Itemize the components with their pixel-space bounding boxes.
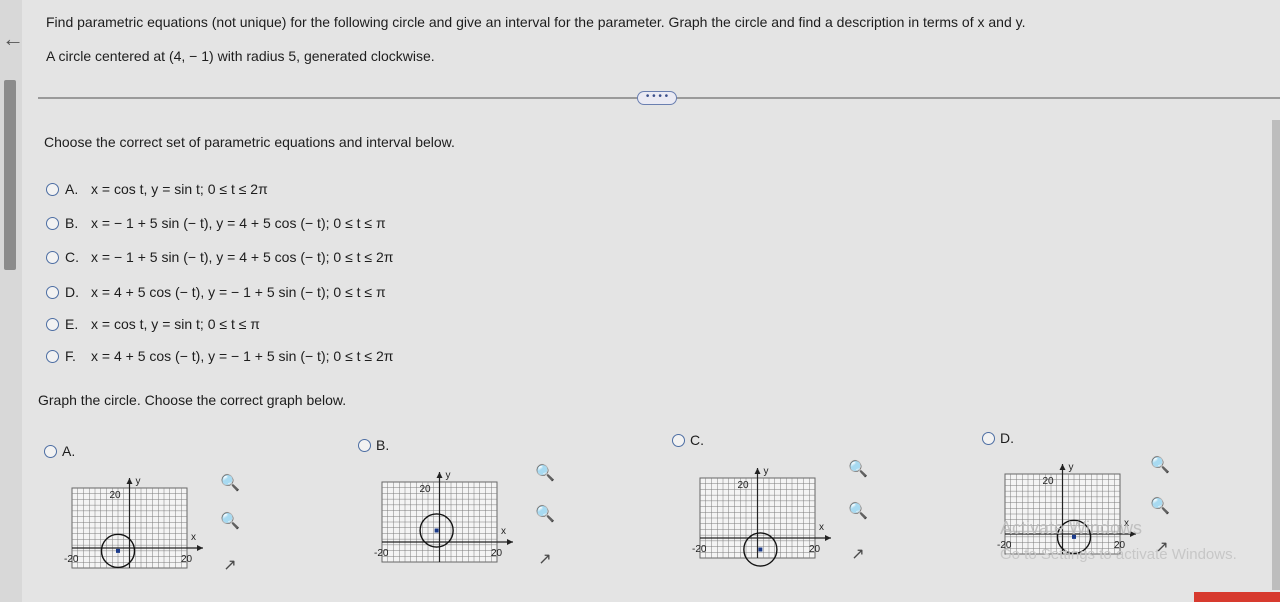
x-tick-label-neg: -20: [374, 548, 389, 559]
y-axis-label: y: [1069, 462, 1074, 473]
y-axis-arrow: [126, 478, 133, 484]
option-letter: B.: [376, 437, 390, 453]
graph-option-c[interactable]: C.: [672, 432, 704, 448]
option-f[interactable]: F. x = 4 + 5 cos (− t), y = − 1 + 5 sin …: [46, 348, 393, 364]
option-c[interactable]: C. x = − 1 + 5 sin (− t), y = 4 + 5 cos …: [46, 249, 393, 265]
radio-button[interactable]: [46, 317, 59, 331]
option-letter: C.: [690, 432, 704, 448]
radio-button[interactable]: [46, 216, 59, 230]
y-axis-label: y: [446, 470, 451, 481]
option-text: x = − 1 + 5 sin (− t), y = 4 + 5 cos (− …: [91, 215, 386, 231]
zoom-in-icon[interactable]: 🔍: [535, 464, 555, 484]
option-letter: A.: [65, 181, 79, 197]
back-arrow-icon[interactable]: ←: [2, 26, 24, 52]
radio-button[interactable]: [46, 285, 59, 299]
taskbar-corner: [1194, 592, 1280, 602]
option-text: x = 4 + 5 cos (− t), y = − 1 + 5 sin (− …: [91, 284, 386, 300]
x-axis-label: x: [501, 526, 506, 537]
zoom-out-icon[interactable]: 🔍: [220, 512, 240, 532]
more-button[interactable]: • • • •: [637, 91, 677, 105]
radio-button[interactable]: [982, 431, 995, 445]
y-axis-arrow: [436, 472, 443, 478]
y-axis-label: y: [764, 466, 769, 477]
option-letter: F.: [65, 348, 76, 364]
y-tick-label: 20: [420, 484, 432, 495]
option-text: x = − 1 + 5 sin (− t), y = 4 + 5 cos (− …: [91, 249, 394, 265]
option-b[interactable]: B. x = − 1 + 5 sin (− t), y = 4 + 5 cos …: [46, 215, 386, 231]
x-axis-label: x: [191, 532, 196, 543]
option-d[interactable]: D. x = 4 + 5 cos (− t), y = − 1 + 5 sin …: [46, 284, 386, 300]
external-link-icon[interactable]: ↗: [535, 550, 555, 570]
external-link-icon[interactable]: ↗: [220, 556, 240, 576]
option-letter: A.: [62, 443, 76, 459]
left-scrollbar[interactable]: [4, 80, 16, 270]
option-text: x = cos t, y = sin t; 0 ≤ t ≤ 2π: [91, 181, 268, 197]
radio-button[interactable]: [672, 433, 685, 447]
y-tick-label: 20: [738, 480, 750, 491]
option-text: x = cos t, y = sin t; 0 ≤ t ≤ π: [91, 316, 260, 332]
x-axis-label: x: [819, 522, 824, 533]
y-tick-label: 20: [110, 490, 122, 501]
graph-a: y x 20 -20 20: [64, 476, 203, 569]
option-e[interactable]: E. x = cos t, y = sin t; 0 ≤ t ≤ π: [46, 316, 260, 332]
right-scrollbar[interactable]: [1272, 120, 1280, 590]
x-axis-arrow: [507, 539, 513, 545]
graph-b: y x 20 -20 20: [374, 470, 513, 563]
zoom-out-icon[interactable]: 🔍: [535, 505, 555, 525]
zoom-out-icon[interactable]: 🔍: [848, 502, 868, 522]
radio-button[interactable]: [46, 349, 59, 363]
circle-center-point: [434, 528, 439, 533]
graph-question-text: Graph the circle. Choose the correct gra…: [38, 392, 347, 408]
circle-center-point: [116, 548, 120, 553]
graph-option-d[interactable]: D.: [982, 430, 1014, 446]
radio-button[interactable]: [44, 444, 57, 458]
zoom-in-icon[interactable]: 🔍: [1150, 456, 1170, 476]
circle-center-point: [758, 547, 763, 552]
zoom-in-icon[interactable]: 🔍: [848, 460, 868, 480]
option-letter: D.: [65, 284, 79, 300]
external-link-icon[interactable]: ↗: [848, 545, 868, 565]
y-axis-arrow: [754, 468, 761, 474]
zoom-out-icon[interactable]: 🔍: [1150, 497, 1170, 517]
question-text: Choose the correct set of parametric equ…: [44, 134, 455, 150]
x-tick-label-pos: 20: [491, 548, 503, 559]
option-text: x = 4 + 5 cos (− t), y = − 1 + 5 sin (− …: [91, 348, 394, 364]
x-axis-arrow: [825, 535, 831, 541]
x-tick-label-pos: 20: [181, 554, 193, 565]
x-tick-label-neg: -20: [64, 554, 79, 565]
y-axis-arrow: [1059, 464, 1066, 470]
x-tick-label-neg: -20: [692, 544, 707, 555]
problem-text: Find parametric equations (not unique) f…: [46, 14, 1026, 30]
x-tick-label-pos: 20: [809, 544, 821, 555]
option-letter: E.: [65, 316, 79, 332]
x-axis-arrow: [197, 545, 203, 551]
graph-option-a[interactable]: A.: [44, 443, 75, 459]
radio-button[interactable]: [358, 438, 371, 452]
windows-watermark-text: Go to Settings to activate Windows.: [1000, 546, 1237, 563]
windows-watermark-title: Activate Windows: [1000, 518, 1143, 538]
zoom-in-icon[interactable]: 🔍: [220, 474, 240, 494]
given-text: A circle centered at (4, − 1) with radiu…: [46, 48, 435, 64]
y-tick-label: 20: [1043, 476, 1055, 487]
option-letter: C.: [65, 249, 79, 265]
y-axis-label: y: [136, 476, 141, 487]
graph-option-b[interactable]: B.: [358, 437, 389, 453]
radio-button[interactable]: [46, 250, 59, 264]
option-letter: B.: [65, 215, 79, 231]
graph-c: y x 20 -20 20: [692, 466, 831, 567]
option-a[interactable]: A. x = cos t, y = sin t; 0 ≤ t ≤ 2π: [46, 181, 268, 197]
radio-button[interactable]: [46, 182, 59, 196]
option-letter: D.: [1000, 430, 1014, 446]
